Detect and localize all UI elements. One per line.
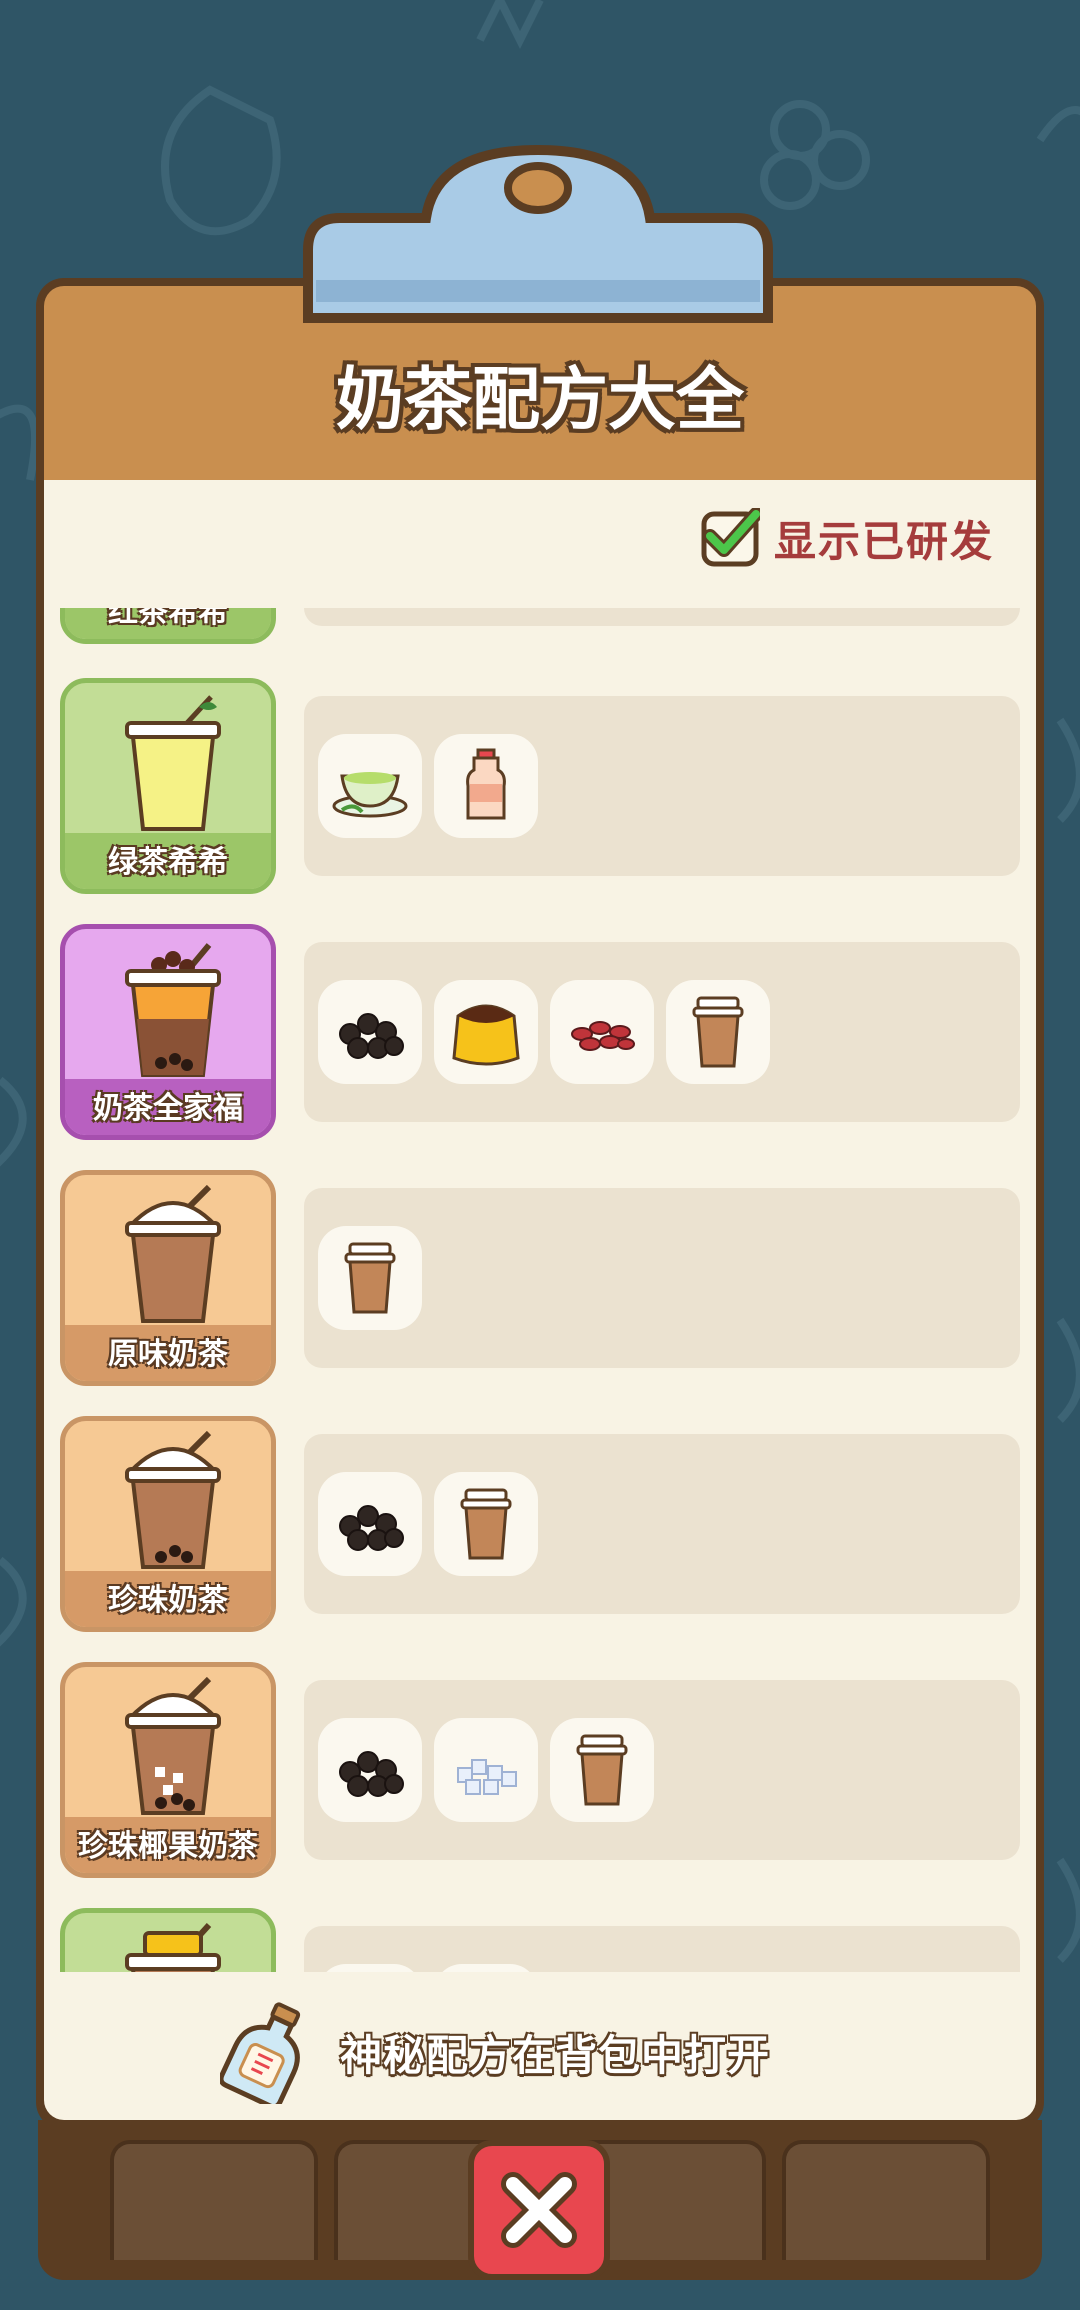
recipe-card[interactable]: 红茶希希 — [60, 608, 276, 644]
recipe-row[interactable]: 珍珠奶茶 — [44, 1416, 1036, 1632]
ingredient-panel — [304, 608, 1020, 626]
close-icon[interactable] — [497, 2168, 581, 2252]
recipe-card[interactable]: 绿茶希希 — [60, 678, 276, 894]
recipe-name: 红茶希希 — [108, 608, 228, 630]
page-title: 奶茶配方大全 — [335, 361, 744, 440]
ingredient-slot — [318, 1472, 422, 1576]
milk-tea-cup-icon — [460, 1488, 512, 1560]
ingredient-slot — [318, 1226, 422, 1330]
original-milk-tea-drink-icon — [125, 1185, 221, 1323]
family-milk-tea-drink-icon — [125, 943, 221, 1077]
ingredient-panel — [304, 1188, 1020, 1368]
tapioca-pearls-icon — [339, 1013, 404, 1059]
tapioca-pearls-icon — [339, 1751, 404, 1797]
green-tea-cup-icon — [332, 772, 408, 818]
ingredient-slot — [550, 980, 654, 1084]
recipe-name: 奶茶全家福 — [93, 1091, 243, 1126]
red-beans-icon — [571, 1021, 635, 1051]
clipboard-clip-icon — [303, 144, 773, 323]
ingredient-slot — [434, 1964, 538, 1972]
recipe-row[interactable]: 奶茶全家福 — [44, 924, 1036, 1140]
recipe-card[interactable]: 奶茶全家福 — [60, 924, 276, 1140]
close-button[interactable] — [468, 2140, 610, 2280]
recipe-row[interactable]: 红茶希希 — [44, 608, 1036, 644]
pearl-coconut-milk-tea-drink-icon — [125, 1677, 221, 1815]
recipe-card[interactable] — [60, 1908, 276, 1972]
checkbox-checked-icon[interactable] — [700, 508, 760, 568]
recipe-row[interactable] — [44, 1908, 1036, 1972]
tapioca-pearls-icon — [339, 1505, 404, 1551]
recipe-row[interactable]: 绿茶希希 — [44, 678, 1036, 894]
milk-tea-cup-icon — [344, 1242, 396, 1314]
ingredient-slot — [434, 1472, 538, 1576]
milk-tea-cup-icon — [576, 1734, 628, 1806]
pudding-milk-tea-drink-icon — [125, 1923, 221, 1972]
recipe-card[interactable]: 珍珠奶茶 — [60, 1416, 276, 1632]
pearl-milk-tea-drink-icon — [125, 1431, 221, 1569]
mystery-recipe-text: 神秘配方在背包中打开 — [340, 2030, 771, 2080]
show-developed-toggle[interactable]: 显示已研发 — [700, 506, 994, 570]
ingredient-slot — [550, 1718, 654, 1822]
ingredient-panel — [304, 942, 1020, 1122]
milk-tea-cup-icon — [692, 996, 744, 1068]
ingredient-slot — [434, 734, 538, 838]
recipe-card[interactable]: 珍珠椰果奶茶 — [60, 1662, 276, 1878]
coconut-jelly-icon — [457, 1759, 517, 1795]
ingredient-panel — [304, 696, 1020, 876]
show-developed-label: 显示已研发 — [774, 516, 995, 566]
ingredient-slot — [318, 734, 422, 838]
inventory-slot[interactable] — [110, 2140, 318, 2260]
ingredient-panel — [304, 1926, 1020, 1972]
pudding-icon — [452, 1004, 520, 1066]
recipe-card[interactable]: 原味奶茶 — [60, 1170, 276, 1386]
recipe-row[interactable]: 原味奶茶 — [44, 1170, 1036, 1386]
recipe-name: 绿茶希希 — [108, 845, 228, 880]
yakult-bottle-icon — [466, 748, 506, 820]
recipe-name: 原味奶茶 — [108, 1337, 228, 1372]
ingredient-slot — [666, 980, 770, 1084]
recipe-name: 珍珠奶茶 — [108, 1583, 228, 1618]
green-tea-yakult-drink-icon — [125, 695, 221, 831]
recipe-row[interactable]: 珍珠椰果奶茶 — [44, 1662, 1036, 1878]
recipe-name: 珍珠椰果奶茶 — [78, 1829, 258, 1864]
ingredient-slot — [434, 980, 538, 1084]
ingredient-slot — [318, 980, 422, 1084]
inventory-slot[interactable] — [782, 2140, 990, 2260]
ingredient-panel — [304, 1434, 1020, 1614]
recipe-list[interactable]: 红茶希希 绿茶希希 奶茶全家福 原味奶茶 珍珠奶茶 珍珠椰果奶茶 — [44, 608, 1036, 1972]
ingredient-slot — [318, 1718, 422, 1822]
mystery-recipe-hint: 神秘配方在背包中打开 — [220, 2000, 770, 2104]
ingredient-slot — [434, 1718, 538, 1822]
ingredient-slot — [318, 1964, 422, 1972]
ingredient-panel — [304, 1680, 1020, 1860]
message-bottle-icon — [220, 2002, 301, 2104]
